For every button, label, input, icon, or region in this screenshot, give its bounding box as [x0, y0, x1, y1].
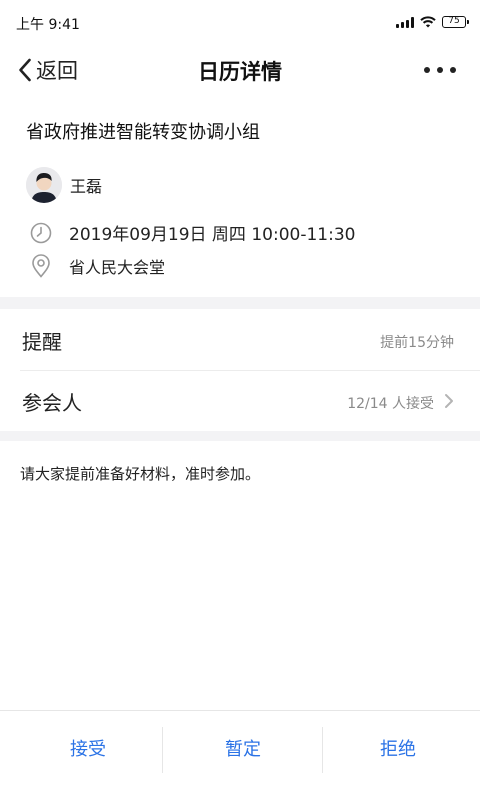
- more-button[interactable]: [424, 58, 456, 82]
- event-note: 请大家提前准备好材料，准时参加。: [20, 465, 261, 483]
- signal-icon: [396, 16, 414, 28]
- more-icon: [424, 67, 430, 73]
- battery-icon: 75: [442, 16, 469, 28]
- status-icons: 75: [396, 15, 469, 29]
- event-location: 省人民大会堂: [69, 258, 166, 277]
- accept-button[interactable]: 接受: [8, 729, 168, 771]
- event-location-row: 省人民大会堂: [30, 254, 165, 278]
- action-bar: 接受 暂定 拒绝: [0, 710, 480, 800]
- status-time: 上午 9:41: [16, 17, 80, 33]
- chevron-right-icon: [445, 394, 453, 408]
- reminder-label: 提醒: [22, 330, 62, 354]
- page-title: 日历详情: [198, 60, 282, 84]
- wifi-icon: [420, 16, 436, 28]
- status-bar: 上午 9:41 75: [0, 0, 480, 44]
- decline-button[interactable]: 拒绝: [318, 729, 478, 771]
- organizer-name: 王磊: [70, 177, 103, 196]
- reminder-value: 提前15分钟: [380, 335, 454, 351]
- section-divider: [0, 431, 480, 441]
- avatar-image: [26, 167, 62, 203]
- location-pin-icon: [32, 254, 50, 278]
- section-divider: [0, 297, 480, 309]
- tentative-button[interactable]: 暂定: [163, 729, 323, 771]
- event-datetime-row: 2019年09月19日 周四 10:00-11:30: [30, 220, 355, 245]
- nav-bar: 返回 日历详情: [0, 44, 480, 96]
- event-datetime: 2019年09月19日 周四 10:00-11:30: [69, 225, 356, 245]
- event-title: 省政府推进智能转变协调小组: [26, 122, 260, 143]
- attendees-value: 12/14 人接受: [347, 396, 434, 412]
- avatar[interactable]: [26, 167, 62, 203]
- attendees-row[interactable]: 参会人 12/14 人接受: [0, 371, 480, 431]
- clock-icon: [30, 222, 52, 243]
- reminder-row[interactable]: 提醒 提前15分钟: [0, 310, 480, 370]
- organizer: 王磊: [26, 167, 102, 203]
- attendees-label: 参会人: [22, 391, 82, 415]
